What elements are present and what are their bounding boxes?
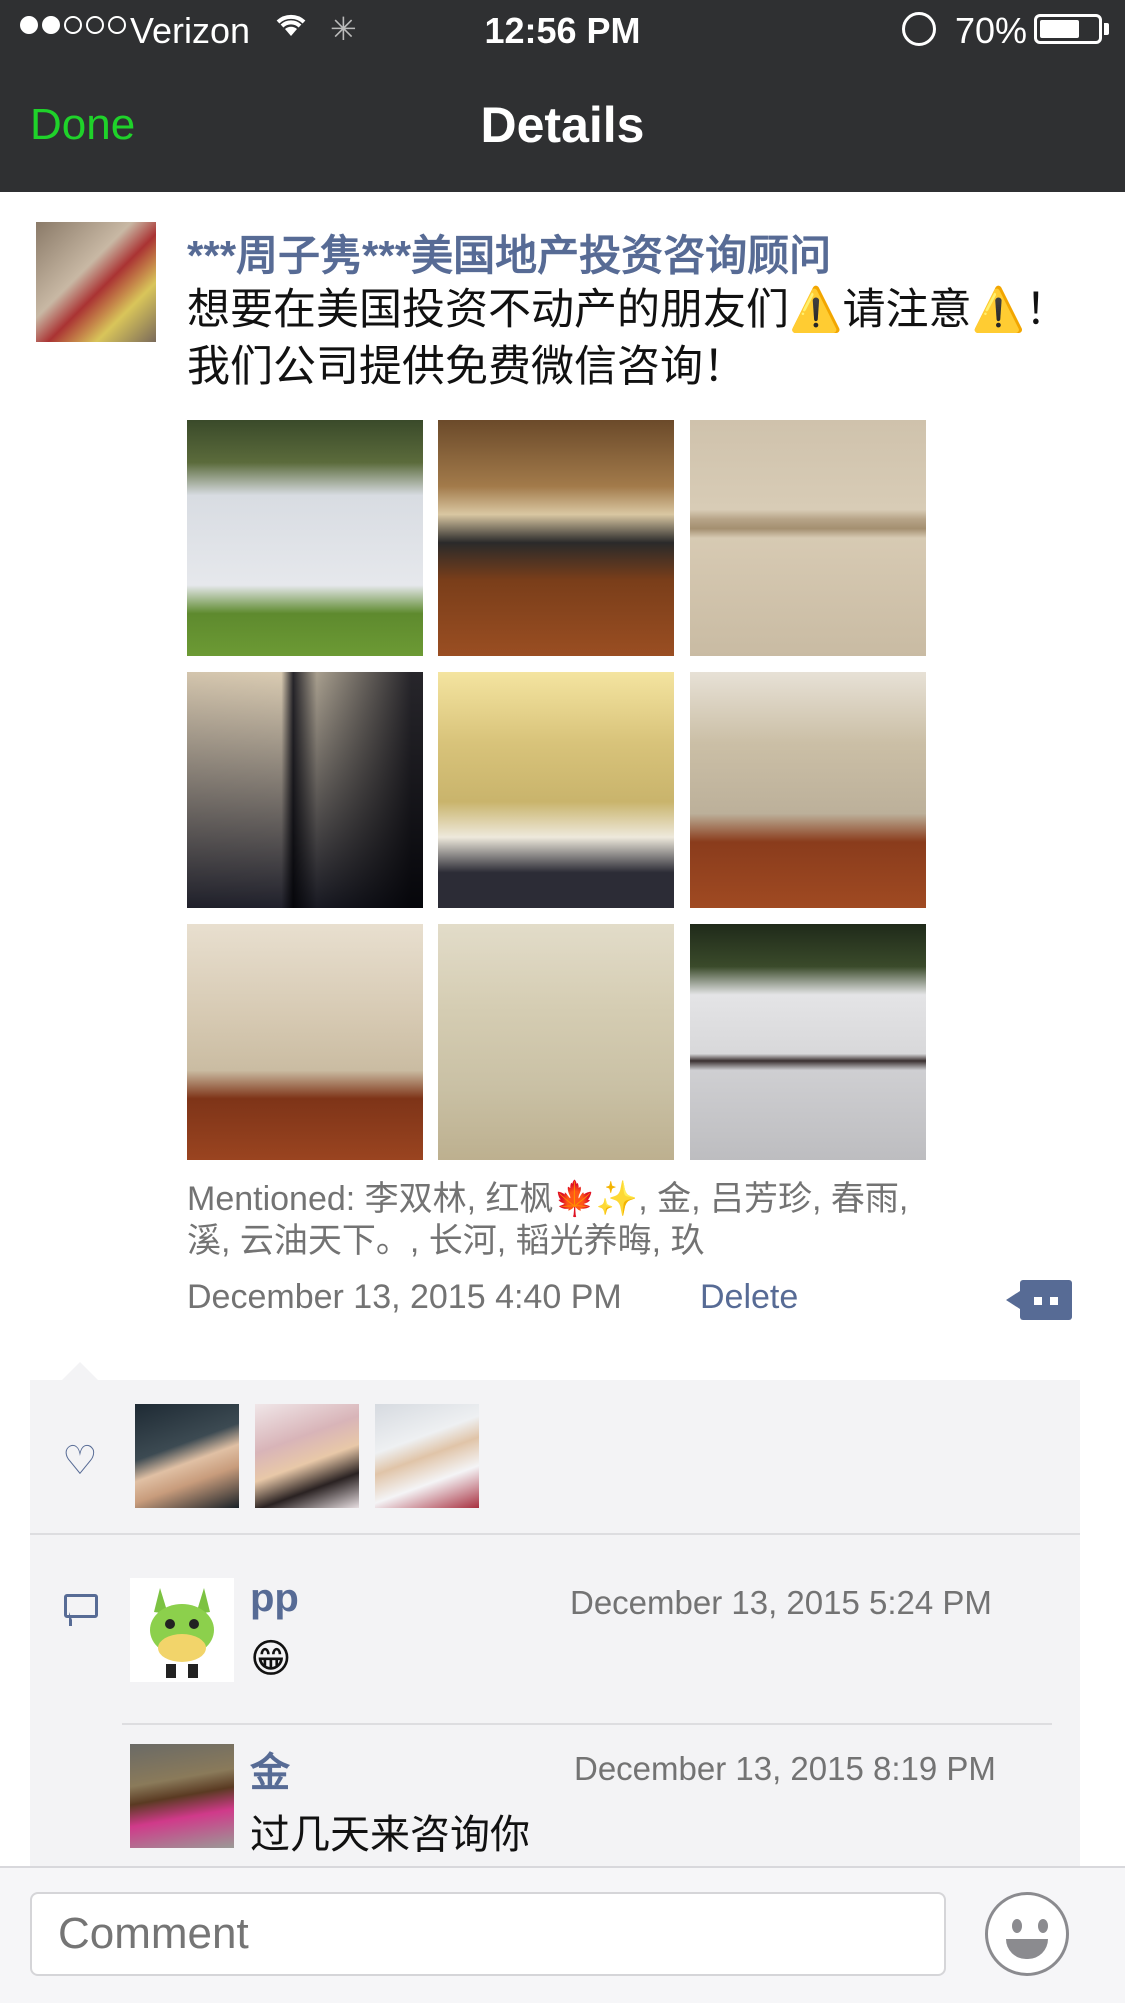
panel-divider: [30, 1533, 1080, 1535]
comment-divider: [122, 1723, 1052, 1725]
post-date: December 13, 2015 4:40 PM: [187, 1278, 622, 1316]
comment-text: 😁: [250, 1637, 292, 1681]
page-title: Details: [480, 97, 645, 153]
emoji-icon[interactable]: [985, 1892, 1069, 1976]
author-avatar[interactable]: [36, 222, 156, 342]
delete-button[interactable]: Delete: [700, 1278, 798, 1317]
emoji-eye: [1038, 1919, 1048, 1933]
emoji-eye: [1012, 1919, 1022, 1933]
comment-text: 过几天来咨询你: [250, 1813, 530, 1857]
like-avatar[interactable]: [255, 1404, 359, 1508]
shower-tile-photo[interactable]: [690, 420, 926, 656]
comment-input[interactable]: [30, 1892, 946, 1976]
battery-tip: [1104, 23, 1109, 35]
mentioned-list: Mentioned: 李双林, 红枫🍁✨, 金, 吕芳珍, 春雨, 溪, 云油天…: [187, 1180, 909, 1260]
battery-icon: [1034, 14, 1102, 44]
living-room-photo[interactable]: [690, 672, 926, 908]
emoji-mouth: [1006, 1939, 1048, 1959]
bathroom-vanity-photo[interactable]: [187, 672, 423, 908]
commenter-name[interactable]: 金: [250, 1740, 290, 1798]
menu-dot: [1050, 1297, 1058, 1305]
status-bar: Verizon ✳ 12:56 PM 70%: [0, 0, 1125, 62]
author-name[interactable]: ***周子隽***美国地产投资咨询顾问: [187, 222, 831, 283]
empty-room-photo[interactable]: [438, 924, 674, 1160]
bathroom-sink-photo[interactable]: [438, 672, 674, 908]
dining-room-photo[interactable]: [187, 924, 423, 1160]
rotation-lock-icon: [902, 12, 936, 46]
like-avatar[interactable]: [375, 1404, 479, 1508]
commenter-name[interactable]: pp: [250, 1576, 299, 1621]
menu-dot: [1034, 1297, 1042, 1305]
battery-fill: [1040, 20, 1080, 38]
garage-photo[interactable]: [690, 924, 926, 1160]
post-text: 想要在美国投资不动产的朋友们⚠️请注意⚠️！我们公司提供免费微信咨询！: [187, 286, 1069, 391]
comment-date: December 13, 2015 8:19 PM: [574, 1750, 996, 1787]
comment-icon: [64, 1594, 98, 1626]
battery-percent: 70%: [955, 10, 1028, 51]
commenter-avatar[interactable]: [130, 1744, 234, 1848]
kitchen-photo[interactable]: [438, 420, 674, 656]
heart-icon: ♡: [62, 1439, 98, 1483]
house-exterior-photo[interactable]: [187, 420, 423, 656]
commenter-avatar[interactable]: [130, 1578, 234, 1682]
comment-date: December 13, 2015 5:24 PM: [570, 1584, 992, 1621]
like-avatar[interactable]: [135, 1404, 239, 1508]
comment-like-menu-icon[interactable]: [1006, 1280, 1072, 1320]
green-donkey-avatar-icon: [130, 1578, 234, 1682]
top-bar: Verizon ✳ 12:56 PM 70% Done Details: [0, 0, 1125, 192]
panel-arrow: [62, 1362, 98, 1380]
